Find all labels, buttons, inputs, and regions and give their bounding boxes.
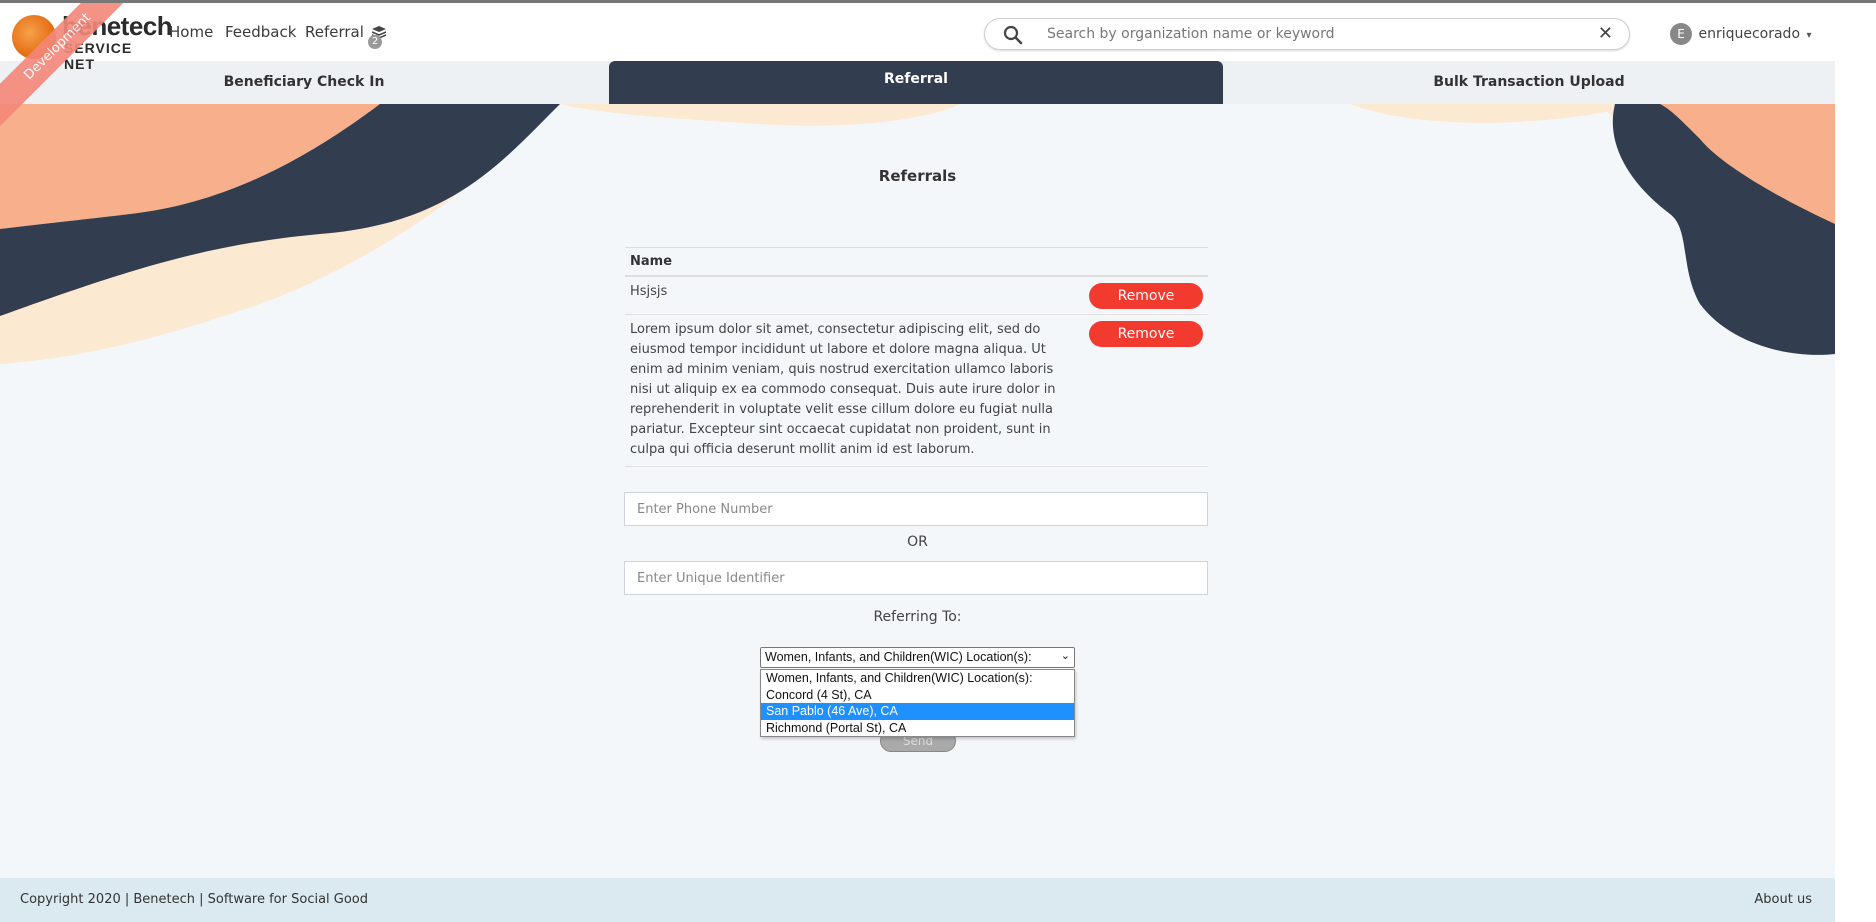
- window-top-border: [0, 0, 1876, 3]
- table-header-name: Name: [625, 247, 1208, 277]
- referring-to-select[interactable]: Women, Infants, and Children(WIC) Locati…: [760, 647, 1075, 668]
- footer-copyright: Copyright 2020 | Benetech | Software for…: [20, 892, 369, 907]
- remove-button[interactable]: Remove: [1089, 321, 1203, 347]
- select-value: Women, Infants, and Children(WIC) Locati…: [765, 650, 1032, 664]
- about-us-link[interactable]: About us: [1754, 892, 1812, 907]
- table-row: Hsjsjs Remove: [625, 277, 1208, 315]
- username: enriquecorado: [1698, 26, 1801, 42]
- tab-referral[interactable]: Referral: [609, 61, 1223, 104]
- caret-down-icon: ▾: [1806, 30, 1812, 41]
- nav-home-link[interactable]: Home: [169, 23, 213, 41]
- row-name: Lorem ipsum dolor sit amet, consectetur …: [630, 322, 1056, 457]
- or-label: OR: [907, 534, 928, 550]
- unique-identifier-input[interactable]: [624, 561, 1208, 595]
- nav-referral-label: Referral: [305, 23, 364, 41]
- user-menu[interactable]: E enriquecorado ▾: [1670, 23, 1812, 45]
- search-bar: ✕: [984, 18, 1630, 50]
- search-input[interactable]: [1045, 23, 1565, 45]
- page-title: Referrals: [878, 167, 957, 185]
- top-navbar: benetech SERVICE NET Home Feedback Refer…: [0, 3, 1835, 72]
- chevron-down-icon: ⌄: [1060, 650, 1070, 662]
- select-option[interactable]: Concord (4 St), CA: [761, 687, 1074, 704]
- select-option[interactable]: Women, Infants, and Children(WIC) Locati…: [761, 670, 1074, 687]
- row-name: Hsjsjs: [630, 284, 668, 299]
- select-option[interactable]: Richmond (Portal St), CA: [761, 720, 1074, 737]
- clear-search-icon[interactable]: ✕: [1598, 23, 1613, 44]
- tab-bulk-transaction-upload[interactable]: Bulk Transaction Upload: [1223, 61, 1835, 104]
- select-option-highlighted[interactable]: San Pablo (46 Ave), CA: [761, 703, 1074, 720]
- remove-button[interactable]: Remove: [1089, 283, 1203, 309]
- page: benetech SERVICE NET Home Feedback Refer…: [0, 0, 1835, 922]
- nav-feedback-link[interactable]: Feedback: [225, 23, 296, 41]
- tab-bar: Beneficiary Check In Referral Bulk Trans…: [0, 61, 1835, 104]
- footer: Copyright 2020 | Benetech | Software for…: [0, 878, 1835, 922]
- referral-count-badge: 2: [368, 35, 382, 49]
- search-icon[interactable]: [1003, 25, 1023, 45]
- table-row: Lorem ipsum dolor sit amet, consectetur …: [625, 315, 1208, 467]
- phone-number-input[interactable]: [624, 492, 1208, 526]
- referrals-table: Name Hsjsjs Remove Lorem ipsum dolor sit…: [625, 247, 1208, 467]
- referring-to-options: Women, Infants, and Children(WIC) Locati…: [760, 669, 1075, 737]
- window-margin: [1835, 0, 1876, 922]
- avatar: E: [1670, 23, 1692, 45]
- referring-to-label: Referring To:: [873, 609, 962, 625]
